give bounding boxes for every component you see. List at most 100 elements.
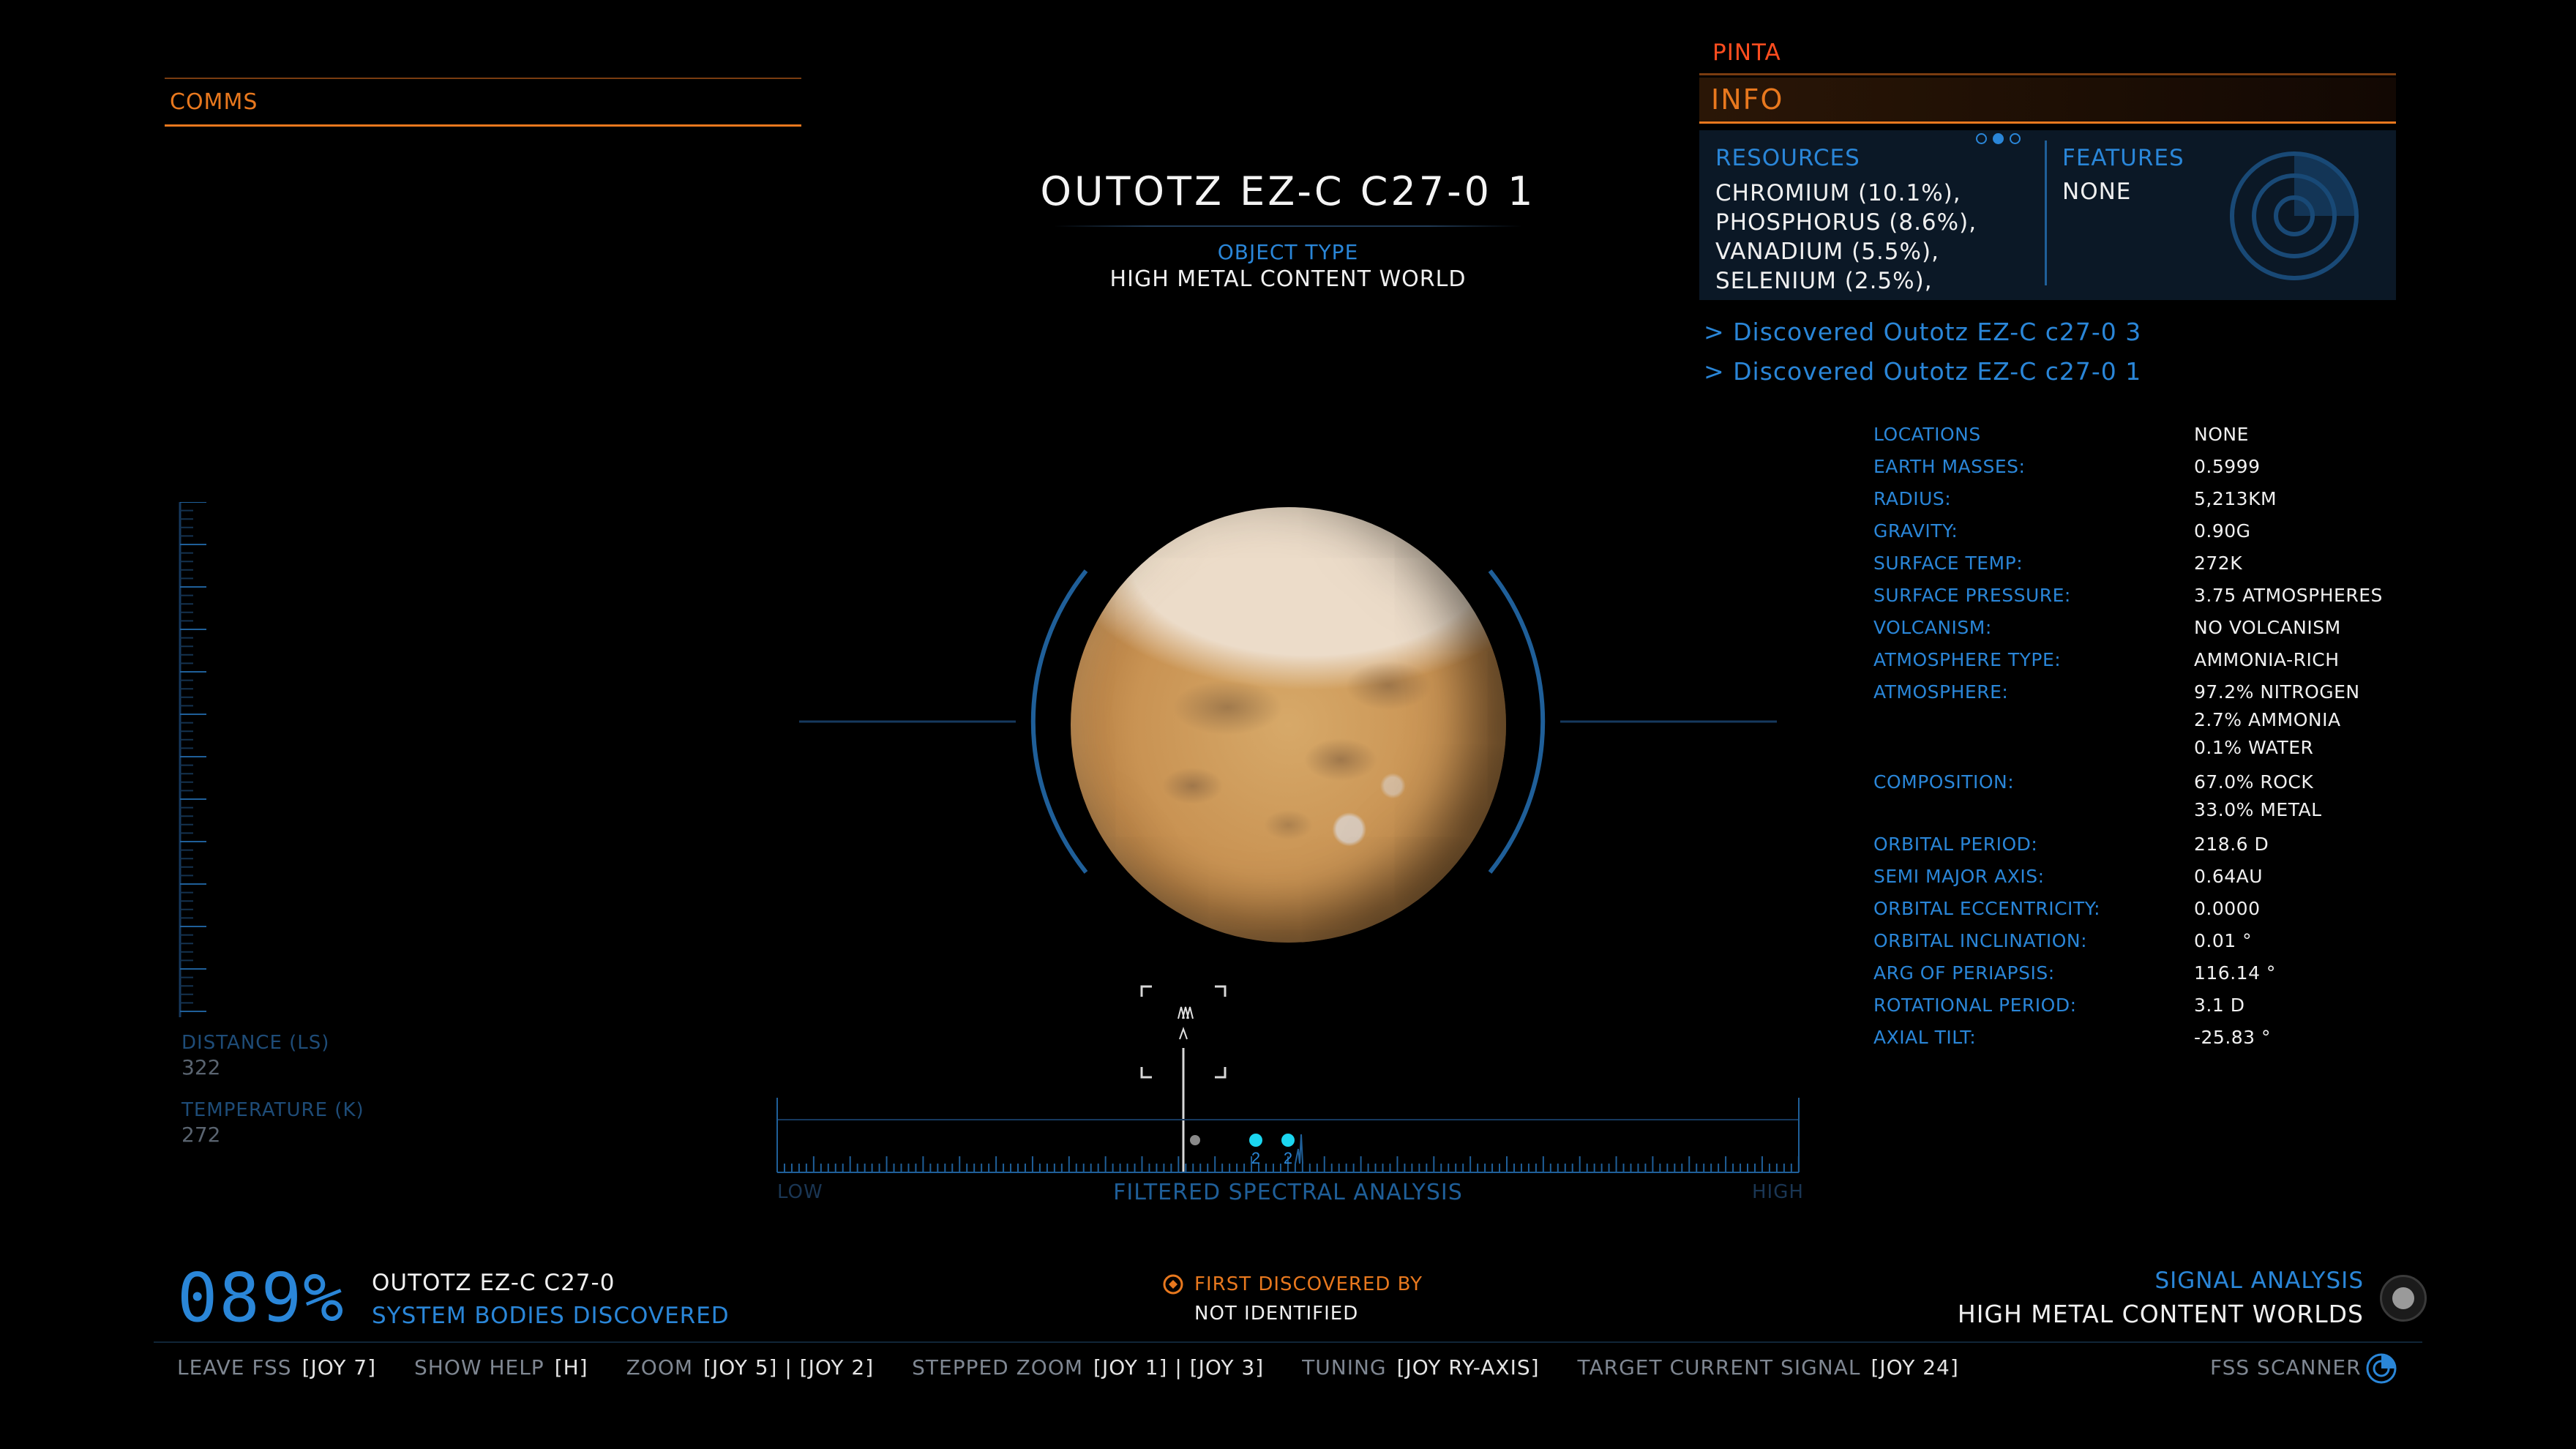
stat-row: ARG OF PERIAPSIS: 116.14 ° (1873, 957, 2430, 989)
features-value: NONE (2062, 179, 2132, 205)
signal-knob-icon[interactable] (2380, 1275, 2427, 1322)
info-label: INFO (1711, 83, 1784, 116)
stat-value: 3.1 D (2194, 995, 2245, 1016)
info-top-line (1699, 73, 2396, 75)
stat-key: ORBITAL ECCENTRICITY: (1873, 898, 2101, 919)
temperature-value: 272 (181, 1123, 221, 1147)
signal-analysis-label: SIGNAL ANALYSIS (2154, 1268, 2364, 1294)
stat-key: GRAVITY: (1873, 520, 1958, 542)
control-hint-binding: [JOY 7] (302, 1355, 376, 1379)
control-hint: TUNING [JOY RY-AXIS] (1302, 1355, 1539, 1379)
title-divider (1054, 225, 1522, 227)
control-hint-action: STEPPED ZOOM (912, 1355, 1084, 1379)
body-stats-list: LOCATIONS NONE EARTH MASSES: 0.5999 RADIUS: 5… (1873, 419, 2430, 1054)
stat-key: ORBITAL INCLINATION: (1873, 930, 2088, 951)
signal-analysis-value: HIGH METAL CONTENT WORLDS (1957, 1300, 2364, 1328)
stat-value: 97.2% NITROGEN 2.7% AMMONIA 0.1% WATER (2194, 678, 2360, 762)
stat-row: GRAVITY: 0.90G (1873, 515, 2430, 547)
stat-row: ORBITAL INCLINATION: 0.01 ° (1873, 925, 2430, 957)
control-hint: STEPPED ZOOM [JOY 1] | [JOY 3] (912, 1355, 1264, 1379)
distance-value: 322 (181, 1055, 221, 1079)
control-hints: LEAVE FSS [JOY 7] SHOW HELP [H] ZOOM [JOY 5] … (177, 1355, 1997, 1379)
signal-count: 2 (1251, 1149, 1260, 1167)
control-hint-action: LEAVE FSS (177, 1355, 292, 1379)
first-discovered-value: NOT IDENTIFIED (1194, 1303, 1359, 1325)
stat-key: SURFACE TEMP: (1873, 553, 2023, 574)
stat-key: VOLCANISM: (1873, 617, 1992, 638)
object-type-value: HIGH METAL CONTENT WORLD (1109, 266, 1467, 292)
control-hint-binding: [H] (554, 1355, 588, 1379)
stat-value: 67.0% ROCK 33.0% METAL (2194, 768, 2322, 824)
tuner-arrow (1179, 1027, 1188, 1040)
stat-key: SEMI MAJOR AXIS: (1873, 866, 2045, 887)
stat-value: 3.75 ATMOSPHERES (2194, 585, 2383, 606)
stat-value: 0.0000 (2194, 898, 2261, 919)
stat-row: ATMOSPHERE TYPE: AMMONIA-RICH (1873, 644, 2430, 676)
first-discovered-label: FIRST DISCOVERED BY (1194, 1273, 1423, 1295)
bottom-divider (154, 1341, 2422, 1343)
control-hint-binding: [JOY RY-AXIS] (1396, 1355, 1540, 1379)
resource-item: SELENIUM (2.5%), (1715, 268, 1933, 294)
spectral-low-label: LOW (777, 1181, 823, 1203)
discovered-body-link[interactable]: > Discovered Outotz EZ-C c27-0 3 (1704, 318, 2141, 346)
stat-value: 218.6 D (2194, 834, 2269, 855)
stat-key: SURFACE PRESSURE: (1873, 585, 2071, 606)
stat-value: 116.14 ° (2194, 962, 2276, 984)
stat-value: -25.83 ° (2194, 1027, 2272, 1048)
stat-key: AXIAL TILT: (1873, 1027, 1977, 1048)
stat-value-line: 33.0% METAL (2194, 799, 2322, 820)
resources-label: RESOURCES (1715, 145, 1860, 171)
page-dot[interactable] (1993, 133, 2004, 144)
control-hint-binding: [JOY 5] | [JOY 2] (703, 1355, 875, 1379)
stat-key: COMPOSITION: (1873, 771, 2015, 793)
stat-row: LOCATIONS NONE (1873, 419, 2430, 451)
system-name: OUTOTZ EZ-C C27-0 (372, 1270, 615, 1296)
stat-row: EARTH MASSES: 0.5999 (1873, 451, 2430, 483)
stat-value-line: 2.7% AMMONIA (2194, 709, 2341, 730)
unidentified-signal-dot (1190, 1135, 1200, 1145)
resources-list: CHROMIUM (10.1%), PHOSPHORUS (8.6%), VANAD… (1715, 179, 1977, 296)
stat-value-line: 0.1% WATER (2194, 737, 2314, 758)
distance-label: DISTANCE (LS) (181, 1032, 330, 1054)
resource-item: PHOSPHORUS (8.6%), (1715, 209, 1977, 236)
control-hint-binding: [JOY 24] (1871, 1355, 1959, 1379)
stat-value: 0.01 ° (2194, 930, 2253, 951)
stat-value: 272K (2194, 553, 2243, 574)
stat-row: VOLCANISM: NO VOLCANISM (1873, 612, 2430, 644)
fss-scanner-icon[interactable] (2365, 1352, 2397, 1385)
reticle-bracket-bl (1140, 1067, 1152, 1079)
signal-dot (1249, 1134, 1262, 1147)
reticle-bracket-br (1215, 1067, 1227, 1079)
control-hint-action: TARGET CURRENT SIGNAL (1577, 1355, 1861, 1379)
stat-key: ARG OF PERIAPSIS: (1873, 962, 2055, 984)
stat-key: ORBITAL PERIOD: (1873, 834, 2038, 855)
control-hint-binding: [JOY 1] | [JOY 3] (1093, 1355, 1265, 1379)
resource-item: CHROMIUM (10.1%), (1715, 180, 1961, 206)
info-panel-header[interactable]: INFO (1699, 78, 2396, 124)
planet-viewport[interactable] (790, 498, 1786, 951)
stat-key: LOCATIONS (1873, 424, 1981, 445)
stat-row: ROTATIONAL PERIOD: 3.1 D (1873, 989, 2430, 1022)
control-hint: TARGET CURRENT SIGNAL [JOY 24] (1578, 1355, 1959, 1379)
discovered-body-link[interactable]: > Discovered Outotz EZ-C c27-0 1 (1704, 357, 2141, 386)
comms-panel-header[interactable]: COMMS (165, 78, 801, 127)
features-label: FEATURES (2062, 145, 2184, 171)
stat-row: SURFACE PRESSURE: 3.75 ATMOSPHERES (1873, 580, 2430, 612)
stat-value: 0.90G (2194, 520, 2251, 542)
stat-value: 0.5999 (2194, 456, 2261, 477)
temperature-label: TEMPERATURE (K) (181, 1099, 364, 1121)
info-page-indicator[interactable] (1976, 133, 2026, 147)
planet-image (1071, 507, 1506, 943)
page-dot[interactable] (2010, 133, 2021, 144)
stat-value: NONE (2194, 424, 2249, 445)
resource-item: VANADIUM (5.5%), (1715, 239, 1939, 265)
stat-key: EARTH MASSES: (1873, 456, 2026, 477)
stat-row: SURFACE TEMP: 272K (1873, 547, 2430, 580)
control-hint: ZOOM [JOY 5] | [JOY 2] (626, 1355, 875, 1379)
control-hint-action: TUNING (1302, 1355, 1387, 1379)
info-divider (2045, 141, 2047, 285)
stat-value-line: 97.2% NITROGEN (2194, 681, 2360, 703)
control-hint-action: SHOW HELP (414, 1355, 544, 1379)
control-hint: LEAVE FSS [JOY 7] (177, 1355, 376, 1379)
page-dot[interactable] (1976, 133, 1987, 144)
